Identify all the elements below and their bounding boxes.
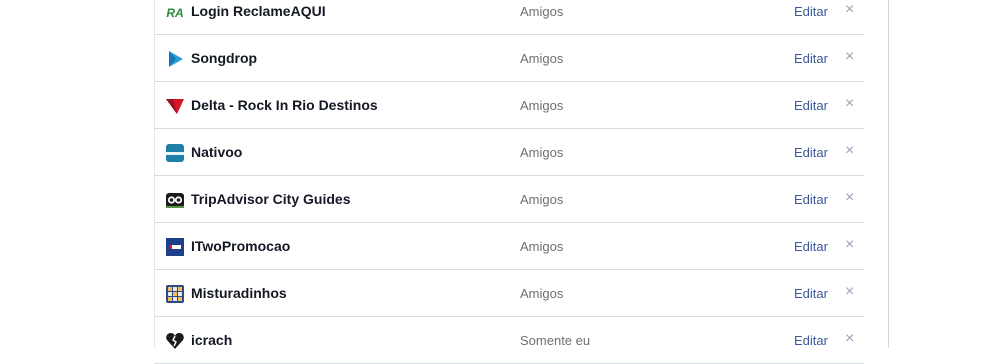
app-row: icrach Somente eu Editar × — [154, 317, 864, 364]
edit-link[interactable]: Editar — [794, 4, 828, 19]
app-row: Nativoo Amigos Editar × — [154, 129, 864, 176]
edit-link[interactable]: Editar — [794, 286, 828, 301]
remove-app-button[interactable]: × — [845, 142, 854, 160]
edit-link[interactable]: Editar — [794, 333, 828, 348]
remove-app-button[interactable]: × — [845, 236, 854, 254]
tripadvisor-owl-icon[interactable] — [165, 190, 185, 210]
app-name[interactable]: ITwoPromocao — [191, 238, 290, 254]
edit-link[interactable]: Editar — [794, 98, 828, 113]
remove-app-button[interactable]: × — [845, 330, 854, 348]
audience-label: Amigos — [520, 145, 564, 160]
edit-link[interactable]: Editar — [794, 145, 828, 160]
reclameaqui-logo-icon[interactable]: RA — [165, 2, 185, 22]
remove-app-button[interactable]: × — [845, 283, 854, 301]
audience-label: Amigos — [520, 286, 564, 301]
delta-logo-icon[interactable] — [165, 96, 185, 116]
audience-label: Somente eu — [520, 333, 591, 348]
app-name[interactable]: Songdrop — [191, 50, 257, 66]
remove-app-button[interactable]: × — [845, 189, 854, 207]
app-list: RA Login ReclameAQUI Amigos Editar × Son… — [154, 0, 864, 364]
app-row: TripAdvisor City Guides Amigos Editar × — [154, 176, 864, 223]
app-name[interactable]: Login ReclameAQUI — [191, 3, 326, 19]
audience-label: Amigos — [520, 4, 564, 19]
app-name[interactable]: Misturadinhos — [191, 285, 287, 301]
app-row: Misturadinhos Amigos Editar × — [154, 270, 864, 317]
edit-link[interactable]: Editar — [794, 239, 828, 254]
app-name[interactable]: icrach — [191, 332, 232, 348]
edit-link[interactable]: Editar — [794, 192, 828, 207]
misturadinhos-grid-icon[interactable] — [165, 284, 185, 304]
broken-heart-icon[interactable] — [165, 331, 185, 351]
remove-app-button[interactable]: × — [845, 48, 854, 66]
itwo-logo-icon[interactable] — [165, 237, 185, 257]
app-row: RA Login ReclameAQUI Amigos Editar × — [154, 0, 864, 35]
app-row: Delta - Rock In Rio Destinos Amigos Edit… — [154, 82, 864, 129]
svg-text:RA: RA — [166, 6, 183, 20]
app-row: Songdrop Amigos Editar × — [154, 35, 864, 82]
audience-label: Amigos — [520, 51, 564, 66]
app-name[interactable]: TripAdvisor City Guides — [191, 191, 350, 207]
songdrop-play-icon[interactable] — [165, 49, 185, 69]
right-divider — [888, 0, 889, 348]
app-name[interactable]: Nativoo — [191, 144, 242, 160]
app-row: ITwoPromocao Amigos Editar × — [154, 223, 864, 270]
audience-label: Amigos — [520, 239, 564, 254]
nativoo-logo-icon[interactable] — [165, 143, 185, 163]
audience-label: Amigos — [520, 192, 564, 207]
remove-app-button[interactable]: × — [845, 95, 854, 113]
app-name[interactable]: Delta - Rock In Rio Destinos — [191, 97, 378, 113]
remove-app-button[interactable]: × — [845, 1, 854, 19]
edit-link[interactable]: Editar — [794, 51, 828, 66]
audience-label: Amigos — [520, 98, 564, 113]
